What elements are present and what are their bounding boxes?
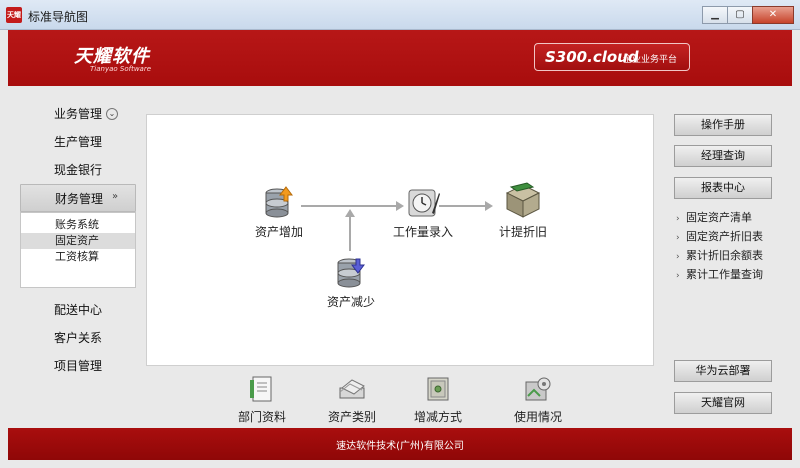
sub-item-fixed-assets[interactable]: 固定资产 [21, 233, 135, 249]
bottom-item-departments[interactable]: 部门资料 [232, 374, 292, 425]
report-item-depreciation-table[interactable]: › 固定资产折旧表 [676, 227, 786, 246]
report-item-label: 固定资产清单 [686, 211, 752, 224]
maximize-button[interactable]: ▢ [727, 6, 753, 24]
chevron-right-icon: › [676, 271, 680, 281]
window-title: 标准导航图 [28, 10, 89, 24]
flow-node-workload[interactable]: 工作量录入 [383, 187, 463, 240]
nav-item-label: 业务管理 [54, 107, 103, 121]
bottom-item-label: 增减方式 [413, 410, 462, 424]
nav-item-label: 配送中心 [54, 303, 103, 317]
report-item-asset-list[interactable]: › 固定资产清单 [676, 208, 786, 227]
footer-company-text: 速达软件技术(广州)有限公司 [336, 441, 464, 452]
flow-node-depreciation[interactable]: 计提折旧 [487, 181, 559, 240]
window-controls: ▁ ▢ ✕ [702, 6, 794, 24]
flow-node-asset-reduce[interactable]: 资产减少 [319, 255, 383, 310]
double-chevron-down-icon[interactable]: » [109, 192, 121, 204]
clock-pen-icon [408, 189, 440, 217]
official-site-button[interactable]: 天耀官网 [674, 392, 772, 414]
safe-box-icon [427, 377, 449, 401]
window-title-bar: 天耀 标准导航图 ▁ ▢ ✕ [0, 0, 800, 30]
nav-item-label: 财务管理 [55, 192, 104, 206]
bottom-item-usage[interactable]: 使用情况 [508, 374, 568, 425]
report-item-label: 累计工作量查询 [686, 268, 763, 281]
nav-item-crm[interactable]: 客户关系 [20, 324, 136, 352]
flow-node-asset-add[interactable]: 资产增加 [247, 185, 311, 240]
report-item-label: 累计折旧余额表 [686, 249, 763, 262]
brand-english-text: Tianyao Software [90, 65, 152, 73]
document-list-icon [250, 376, 272, 402]
nav-item-finance[interactable]: 财务管理 » [20, 184, 136, 212]
papers-stack-icon [339, 379, 365, 399]
close-button[interactable]: ✕ [752, 6, 794, 24]
arrow-up-icon [345, 209, 355, 217]
platform-badge: S300.cloud 企业业务平台 [534, 43, 690, 71]
flow-node-label: 资产增加 [254, 225, 303, 239]
database-add-icon [265, 186, 293, 218]
nav-item-label: 生产管理 [54, 135, 103, 149]
huawei-cloud-button[interactable]: 华为云部署 [674, 360, 772, 382]
bottom-item-label: 资产类别 [327, 410, 376, 424]
bottom-item-label: 部门资料 [237, 410, 286, 424]
report-center-button[interactable]: 报表中心 [674, 177, 772, 199]
gear-box-icon [525, 377, 551, 401]
report-list: › 固定资产清单 › 固定资产折旧表 › 累计折旧余额表 › 累计工作量查询 [676, 208, 786, 284]
flow-node-label: 计提折旧 [498, 225, 547, 239]
nav-item-projects[interactable]: 项目管理 [20, 352, 136, 380]
bottom-item-label: 使用情况 [513, 410, 562, 424]
minimize-button[interactable]: ▁ [702, 6, 728, 24]
nav-item-cash-bank[interactable]: 现金银行 [20, 156, 136, 184]
sub-item-payroll[interactable]: 工资核算 [21, 249, 135, 265]
flow-arrow-line [349, 217, 351, 251]
manual-button[interactable]: 操作手册 [674, 114, 772, 136]
report-item-accum-workload[interactable]: › 累计工作量查询 [676, 265, 786, 284]
report-item-label: 固定资产折旧表 [686, 230, 763, 243]
nav-item-distribution[interactable]: 配送中心 [20, 296, 136, 324]
flow-node-label: 工作量录入 [392, 225, 453, 239]
bottom-item-change-methods[interactable]: 增减方式 [408, 374, 468, 425]
report-item-accum-balance[interactable]: › 累计折旧余额表 [676, 246, 786, 265]
bottom-item-asset-categories[interactable]: 资产类别 [322, 374, 382, 425]
finance-submenu: 账务系统 固定资产 工资核算 [20, 212, 136, 288]
chevron-down-icon[interactable]: ⌄ [106, 108, 118, 120]
nav-item-label: 现金银行 [54, 163, 103, 177]
nav-item-business[interactable]: 业务管理 ⌄ [20, 100, 136, 128]
nav-item-production[interactable]: 生产管理 [20, 128, 136, 156]
flow-node-label: 资产减少 [326, 295, 375, 309]
header-banner: 天耀软件 Tianyao Software S300.cloud 企业业务平台 [8, 30, 792, 86]
left-navigation: 业务管理 ⌄ 生产管理 现金银行 财务管理 » 账务系统 固定资产 工资核算 配… [20, 100, 136, 380]
platform-description: 企业业务平台 [623, 55, 678, 65]
database-reduce-icon [337, 258, 365, 288]
workflow-panel: 资产增加 工作量录入 计提折旧 资产减少 [146, 114, 654, 366]
sub-item-accounting[interactable]: 账务系统 [21, 217, 135, 233]
app-icon: 天耀 [6, 7, 22, 23]
nav-item-label: 客户关系 [54, 331, 103, 345]
nav-item-label: 项目管理 [54, 359, 103, 373]
box-stack-icon [505, 182, 541, 218]
manager-query-button[interactable]: 经理查询 [674, 145, 772, 167]
footer-bar: 速达软件技术(广州)有限公司 [8, 428, 792, 460]
